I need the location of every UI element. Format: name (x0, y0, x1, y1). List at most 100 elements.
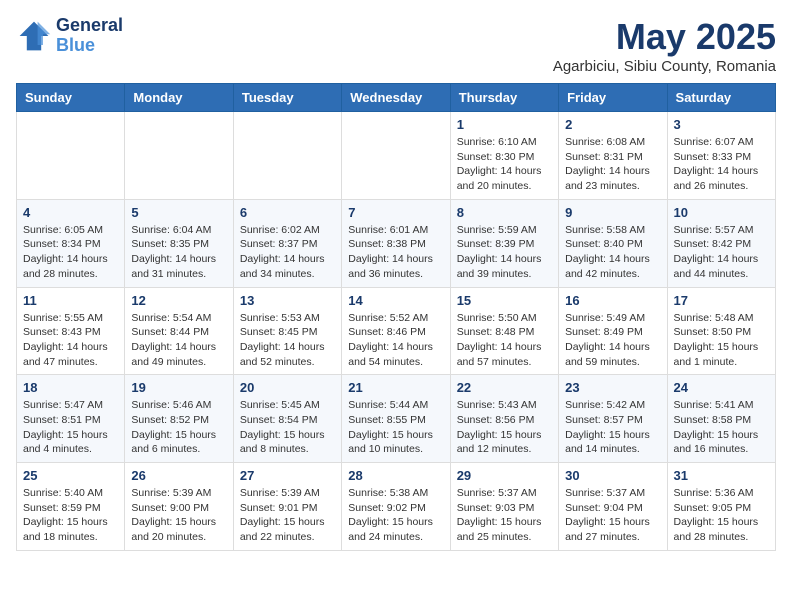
day-number: 27 (240, 468, 335, 483)
day-number: 19 (131, 380, 226, 395)
day-info: Sunrise: 5:45 AM Sunset: 8:54 PM Dayligh… (240, 398, 335, 457)
day-info: Sunrise: 5:44 AM Sunset: 8:55 PM Dayligh… (348, 398, 443, 457)
day-number: 25 (23, 468, 118, 483)
day-info: Sunrise: 5:52 AM Sunset: 8:46 PM Dayligh… (348, 311, 443, 370)
day-info: Sunrise: 5:54 AM Sunset: 8:44 PM Dayligh… (131, 311, 226, 370)
day-cell: 5Sunrise: 6:04 AM Sunset: 8:35 PM Daylig… (125, 199, 233, 287)
day-number: 15 (457, 293, 552, 308)
day-number: 26 (131, 468, 226, 483)
day-cell: 21 Sunrise: 5:44 AM Sunset: 8:55 PM Dayli… (342, 375, 450, 463)
day-cell: 12 Sunrise: 5:54 AM Sunset: 8:44 PM Dayli… (125, 287, 233, 375)
weekday-header-saturday: Saturday (667, 84, 775, 112)
day-cell: 14Sunrise: 5:52 AM Sunset: 8:46 PM Dayli… (342, 287, 450, 375)
day-number: 18 (23, 380, 118, 395)
day-cell (233, 112, 341, 200)
day-cell (17, 112, 125, 200)
day-info: Sunrise: 5:48 AM Sunset: 8:50 PM Dayligh… (674, 311, 769, 370)
day-cell (125, 112, 233, 200)
day-number: 12 (131, 293, 226, 308)
day-number: 17 (674, 293, 769, 308)
day-info: Sunrise: 6:02 AM Sunset: 8:37 PM Dayligh… (240, 223, 335, 282)
day-cell: 29Sunrise: 5:37 AM Sunset: 9:03 PM Dayli… (450, 463, 558, 551)
day-info: Sunrise: 5:40 AM Sunset: 8:59 PM Dayligh… (23, 486, 118, 545)
day-number: 23 (565, 380, 660, 395)
day-cell: 11Sunrise: 5:55 AM Sunset: 8:43 PM Dayli… (17, 287, 125, 375)
day-cell: 23 Sunrise: 5:42 AM Sunset: 8:57 PM Dayli… (559, 375, 667, 463)
day-info: Sunrise: 6:10 AM Sunset: 8:30 PM Dayligh… (457, 135, 552, 194)
day-cell: 28Sunrise: 5:38 AM Sunset: 9:02 PM Dayli… (342, 463, 450, 551)
week-row-2: 4 Sunrise: 6:05 AM Sunset: 8:34 PM Daylig… (17, 199, 776, 287)
day-info: Sunrise: 5:49 AM Sunset: 8:49 PM Dayligh… (565, 311, 660, 370)
weekday-header-friday: Friday (559, 84, 667, 112)
day-cell: 1 Sunrise: 6:10 AM Sunset: 8:30 PM Daylig… (450, 112, 558, 200)
week-row-4: 18 Sunrise: 5:47 AM Sunset: 8:51 PM Dayli… (17, 375, 776, 463)
day-number: 7 (348, 205, 443, 220)
logo-blue: Blue (56, 36, 123, 56)
day-number: 5 (131, 205, 226, 220)
day-number: 13 (240, 293, 335, 308)
page-header: General Blue May 2025 Agarbiciu, Sibiu C… (16, 16, 776, 75)
calendar-table: SundayMondayTuesdayWednesdayThursdayFrid… (16, 83, 776, 551)
day-number: 6 (240, 205, 335, 220)
day-cell: 3 Sunrise: 6:07 AM Sunset: 8:33 PM Daylig… (667, 112, 775, 200)
day-info: Sunrise: 5:58 AM Sunset: 8:40 PM Dayligh… (565, 223, 660, 282)
day-info: Sunrise: 5:47 AM Sunset: 8:51 PM Dayligh… (23, 398, 118, 457)
day-info: Sunrise: 5:39 AM Sunset: 9:00 PM Dayligh… (131, 486, 226, 545)
day-info: Sunrise: 6:08 AM Sunset: 8:31 PM Dayligh… (565, 135, 660, 194)
day-number: 10 (674, 205, 769, 220)
weekday-header-sunday: Sunday (17, 84, 125, 112)
title-block: May 2025 Agarbiciu, Sibiu County, Romani… (553, 16, 776, 75)
day-number: 1 (457, 117, 552, 132)
day-info: Sunrise: 6:07 AM Sunset: 8:33 PM Dayligh… (674, 135, 769, 194)
day-cell: 25 Sunrise: 5:40 AM Sunset: 8:59 PM Dayli… (17, 463, 125, 551)
day-info: Sunrise: 5:53 AM Sunset: 8:45 PM Dayligh… (240, 311, 335, 370)
day-info: Sunrise: 5:46 AM Sunset: 8:52 PM Dayligh… (131, 398, 226, 457)
day-cell: 13 Sunrise: 5:53 AM Sunset: 8:45 PM Dayli… (233, 287, 341, 375)
day-number: 21 (348, 380, 443, 395)
day-number: 16 (565, 293, 660, 308)
day-info: Sunrise: 5:59 AM Sunset: 8:39 PM Dayligh… (457, 223, 552, 282)
day-number: 22 (457, 380, 552, 395)
day-cell: 4 Sunrise: 6:05 AM Sunset: 8:34 PM Daylig… (17, 199, 125, 287)
day-info: Sunrise: 5:42 AM Sunset: 8:57 PM Dayligh… (565, 398, 660, 457)
day-cell: 27Sunrise: 5:39 AM Sunset: 9:01 PM Dayli… (233, 463, 341, 551)
day-info: Sunrise: 6:05 AM Sunset: 8:34 PM Dayligh… (23, 223, 118, 282)
day-cell: 26 Sunrise: 5:39 AM Sunset: 9:00 PM Dayli… (125, 463, 233, 551)
day-cell: 6 Sunrise: 6:02 AM Sunset: 8:37 PM Daylig… (233, 199, 341, 287)
day-cell: 24Sunrise: 5:41 AM Sunset: 8:58 PM Dayli… (667, 375, 775, 463)
week-row-5: 25 Sunrise: 5:40 AM Sunset: 8:59 PM Dayli… (17, 463, 776, 551)
weekday-header-wednesday: Wednesday (342, 84, 450, 112)
month-title: May 2025 (553, 16, 776, 58)
day-cell: 20Sunrise: 5:45 AM Sunset: 8:54 PM Dayli… (233, 375, 341, 463)
day-cell: 22 Sunrise: 5:43 AM Sunset: 8:56 PM Dayli… (450, 375, 558, 463)
day-cell: 18 Sunrise: 5:47 AM Sunset: 8:51 PM Dayli… (17, 375, 125, 463)
week-row-3: 11Sunrise: 5:55 AM Sunset: 8:43 PM Dayli… (17, 287, 776, 375)
day-info: Sunrise: 5:55 AM Sunset: 8:43 PM Dayligh… (23, 311, 118, 370)
day-number: 31 (674, 468, 769, 483)
day-number: 4 (23, 205, 118, 220)
day-info: Sunrise: 5:50 AM Sunset: 8:48 PM Dayligh… (457, 311, 552, 370)
week-row-1: 1 Sunrise: 6:10 AM Sunset: 8:30 PM Daylig… (17, 112, 776, 200)
day-cell: 8Sunrise: 5:59 AM Sunset: 8:39 PM Daylig… (450, 199, 558, 287)
day-info: Sunrise: 5:41 AM Sunset: 8:58 PM Dayligh… (674, 398, 769, 457)
weekday-header-row: SundayMondayTuesdayWednesdayThursdayFrid… (17, 84, 776, 112)
day-info: Sunrise: 5:38 AM Sunset: 9:02 PM Dayligh… (348, 486, 443, 545)
logo-icon (16, 18, 52, 54)
logo-general: General (56, 16, 123, 36)
logo: General Blue (16, 16, 123, 56)
day-number: 29 (457, 468, 552, 483)
day-number: 3 (674, 117, 769, 132)
day-cell: 17 Sunrise: 5:48 AM Sunset: 8:50 PM Dayli… (667, 287, 775, 375)
day-info: Sunrise: 5:43 AM Sunset: 8:56 PM Dayligh… (457, 398, 552, 457)
day-number: 9 (565, 205, 660, 220)
day-cell: 15 Sunrise: 5:50 AM Sunset: 8:48 PM Dayli… (450, 287, 558, 375)
day-cell: 19 Sunrise: 5:46 AM Sunset: 8:52 PM Dayli… (125, 375, 233, 463)
day-cell: 2Sunrise: 6:08 AM Sunset: 8:31 PM Daylig… (559, 112, 667, 200)
day-cell: 31 Sunrise: 5:36 AM Sunset: 9:05 PM Dayli… (667, 463, 775, 551)
day-number: 30 (565, 468, 660, 483)
day-cell (342, 112, 450, 200)
day-info: Sunrise: 5:36 AM Sunset: 9:05 PM Dayligh… (674, 486, 769, 545)
weekday-header-tuesday: Tuesday (233, 84, 341, 112)
day-info: Sunrise: 6:01 AM Sunset: 8:38 PM Dayligh… (348, 223, 443, 282)
day-info: Sunrise: 5:57 AM Sunset: 8:42 PM Dayligh… (674, 223, 769, 282)
